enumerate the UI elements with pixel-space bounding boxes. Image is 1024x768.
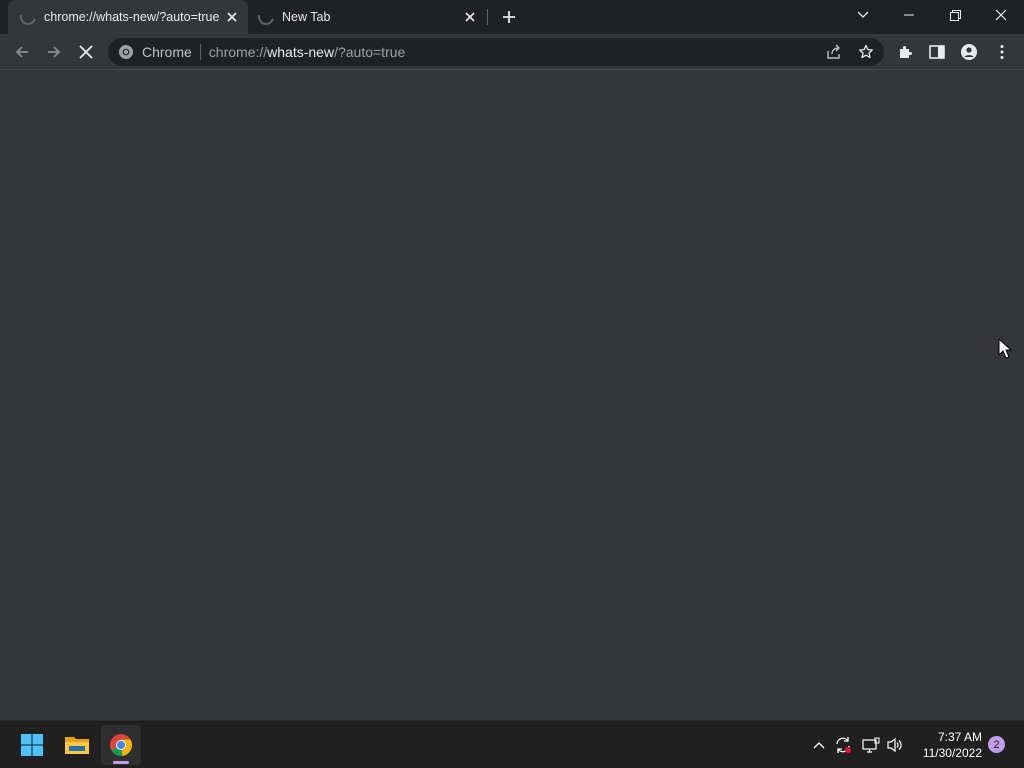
- browser-window: chrome://whats-new/?auto=true New Tab Ch…: [0, 0, 1024, 720]
- arrow-right-icon: [48, 46, 61, 58]
- tab-new-tab[interactable]: New Tab: [248, 0, 486, 34]
- chevron-down-icon: [857, 11, 869, 18]
- menu-button[interactable]: [988, 38, 1016, 66]
- close-window-button[interactable]: [978, 0, 1024, 30]
- close-icon: [995, 9, 1007, 21]
- network-tray-button[interactable]: [861, 735, 881, 755]
- back-button[interactable]: [8, 38, 36, 66]
- tab-close-icon[interactable]: [460, 7, 480, 27]
- windows-logo-icon: [21, 734, 43, 756]
- stop-loading-button[interactable]: [72, 38, 100, 66]
- tab-separator: [487, 9, 488, 25]
- bookmark-star-button[interactable]: [854, 40, 878, 64]
- tab-whats-new[interactable]: chrome://whats-new/?auto=true: [8, 0, 248, 34]
- tab-search-button[interactable]: [840, 0, 886, 30]
- kebab-menu-icon: [1000, 45, 1004, 59]
- folder-icon: [65, 737, 89, 754]
- loading-spinner-icon: [255, 6, 277, 28]
- site-chip-label: Chrome: [142, 44, 192, 60]
- stop-icon: [79, 45, 93, 59]
- profile-button[interactable]: [955, 38, 983, 66]
- toolbar: Chrome chrome://whats-new/?auto=true: [0, 34, 1024, 70]
- new-tab-button[interactable]: [496, 4, 522, 30]
- taskbar-chrome[interactable]: [101, 725, 141, 765]
- star-icon: [859, 44, 873, 59]
- share-icon: [827, 44, 840, 59]
- sync-tray-button[interactable]: [833, 735, 853, 755]
- share-button[interactable]: [822, 40, 846, 64]
- address-bar[interactable]: Chrome chrome://whats-new/?auto=true: [108, 38, 884, 66]
- puzzle-icon: [900, 46, 912, 58]
- taskbar: 7:37 AM 11/30/2022 2: [0, 720, 1024, 768]
- forward-button[interactable]: [40, 38, 68, 66]
- speaker-icon: [887, 737, 902, 753]
- network-icon: [862, 737, 880, 753]
- restore-icon: [949, 9, 961, 21]
- extensions-button[interactable]: [892, 38, 920, 66]
- page-content: [0, 71, 1024, 720]
- show-hidden-icons-button[interactable]: [809, 735, 829, 755]
- taskbar-clock[interactable]: 7:37 AM 11/30/2022: [910, 729, 982, 761]
- tab-title: chrome://whats-new/?auto=true: [44, 10, 220, 24]
- chrome-logo-icon: [110, 734, 133, 757]
- avatar-icon: [961, 44, 977, 60]
- chevron-up-icon: [813, 742, 825, 749]
- clock-date: 11/30/2022: [922, 746, 982, 760]
- url-text: chrome://whats-new/?auto=true: [208, 44, 406, 60]
- notification-badge[interactable]: 2: [988, 736, 1005, 753]
- mouse-cursor-icon: [998, 338, 1012, 359]
- side-panel-icon: [929, 45, 945, 59]
- omnibox-divider: [199, 44, 201, 60]
- active-app-indicator: [113, 761, 129, 764]
- tab-strip: chrome://whats-new/?auto=true New Tab: [0, 0, 1024, 34]
- arrow-left-icon: [15, 46, 28, 58]
- minimize-button[interactable]: [886, 0, 932, 30]
- restore-button[interactable]: [932, 0, 978, 30]
- loading-spinner-icon: [17, 6, 39, 28]
- clock-time: 7:37 AM: [937, 730, 982, 744]
- tab-close-icon[interactable]: [222, 7, 242, 27]
- chrome-logo-icon: [119, 45, 133, 59]
- tab-title: New Tab: [282, 10, 331, 24]
- plus-icon: [503, 11, 515, 23]
- sync-icon: [836, 737, 851, 753]
- side-panel-button[interactable]: [923, 38, 951, 66]
- start-button[interactable]: [12, 725, 52, 765]
- minimize-icon: [904, 14, 914, 16]
- volume-tray-button[interactable]: [885, 735, 905, 755]
- taskbar-file-explorer[interactable]: [57, 725, 97, 765]
